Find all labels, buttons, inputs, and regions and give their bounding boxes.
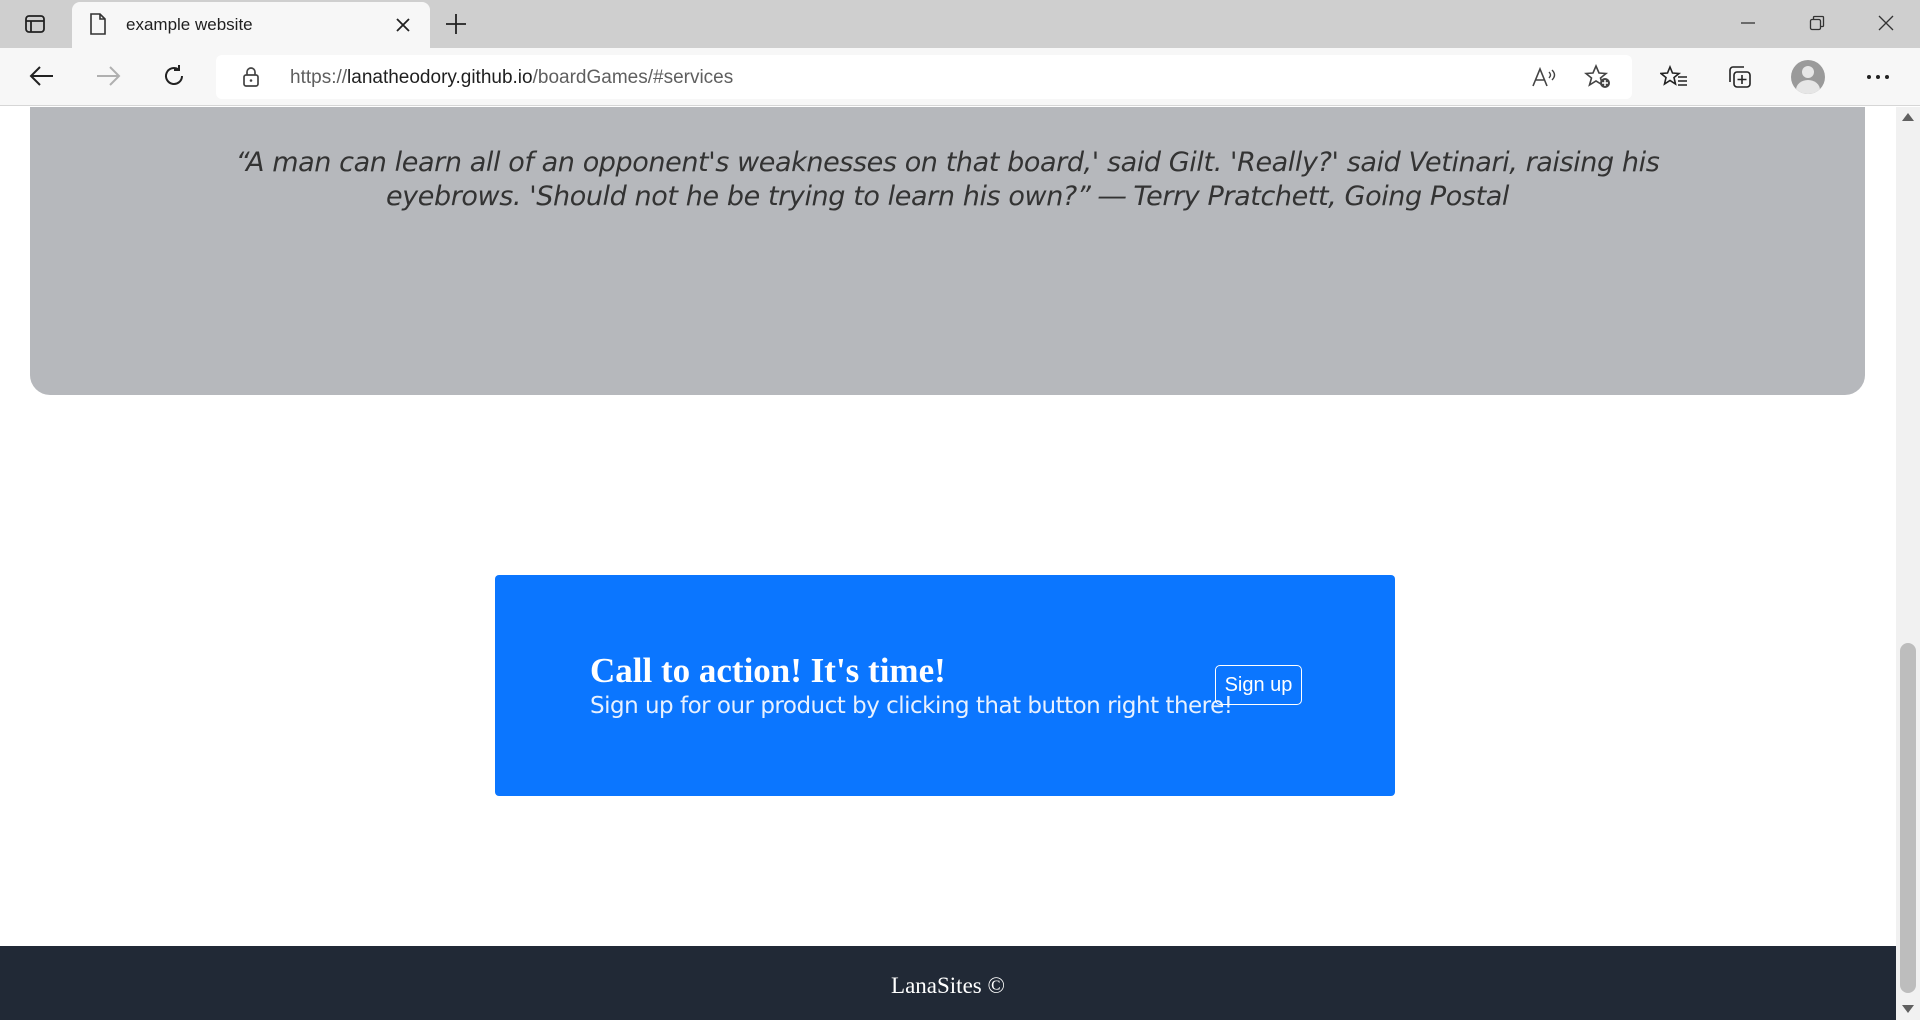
tab-actions-button[interactable] — [16, 9, 54, 39]
favorites-button[interactable] — [1656, 60, 1692, 94]
add-favorite-icon — [1584, 64, 1610, 88]
vertical-scrollbar[interactable] — [1896, 107, 1920, 1020]
avatar-body — [1796, 80, 1820, 94]
minimize-button[interactable] — [1714, 0, 1782, 46]
sign-up-button[interactable]: Sign up — [1215, 665, 1302, 705]
forward-arrow-icon — [97, 66, 121, 86]
restore-icon — [1809, 15, 1825, 31]
tab-actions-icon — [25, 15, 45, 33]
browser-toolbar: https://lanatheodory.github.io/boardGame… — [0, 48, 1920, 106]
url-scheme: https:// — [290, 67, 348, 88]
tab-title: example website — [126, 15, 253, 34]
scroll-up-arrow-icon[interactable] — [1902, 113, 1914, 121]
cta-title: Call to action! It's time! — [590, 651, 946, 690]
cta-subtitle: Sign up for our product by clicking that… — [590, 693, 1233, 719]
tab-bar: example website — [0, 0, 1920, 48]
add-favorite-button[interactable] — [1582, 62, 1614, 92]
url-host: lanatheodory.github.io — [347, 67, 533, 88]
favorites-icon — [1660, 65, 1687, 86]
call-to-action-panel: Call to action! It's time! Sign up for o… — [495, 575, 1395, 796]
lock-icon — [243, 67, 259, 87]
back-arrow-icon — [29, 66, 53, 86]
page-viewport: “A man can learn all of an opponent's we… — [0, 107, 1896, 1020]
restore-button[interactable] — [1783, 0, 1851, 46]
quote-section: “A man can learn all of an opponent's we… — [30, 107, 1865, 395]
address-bar[interactable]: https://lanatheodory.github.io/boardGame… — [216, 55, 1632, 99]
avatar-head — [1802, 66, 1814, 78]
page-icon — [90, 13, 106, 35]
collections-button[interactable] — [1722, 60, 1758, 94]
plus-icon — [446, 14, 466, 34]
back-button[interactable] — [22, 58, 62, 94]
tab-close-button[interactable] — [390, 12, 416, 38]
forward-button[interactable] — [88, 58, 128, 94]
footer-copyright: LanaSites © — [891, 973, 1005, 998]
more-icon — [1867, 75, 1889, 79]
refresh-icon — [165, 65, 183, 85]
collections-icon — [1729, 66, 1751, 88]
tab-example-website[interactable]: example website — [72, 2, 430, 48]
minimize-icon — [1741, 22, 1755, 24]
scroll-thumb[interactable] — [1900, 643, 1916, 993]
close-icon — [396, 18, 410, 32]
refresh-button[interactable] — [154, 58, 194, 94]
url-text[interactable]: https://lanatheodory.github.io/boardGame… — [290, 67, 733, 89]
quote-text: “A man can learn all of an opponent's we… — [235, 147, 1660, 212]
scroll-down-arrow-icon[interactable] — [1902, 1005, 1914, 1013]
page-footer: LanaSites © — [0, 946, 1896, 1020]
read-aloud-button[interactable] — [1528, 62, 1560, 92]
window-close-icon — [1878, 15, 1894, 31]
new-tab-button[interactable] — [440, 9, 472, 39]
window-close-button[interactable] — [1852, 0, 1920, 46]
profile-avatar[interactable] — [1791, 60, 1825, 94]
read-aloud-icon — [1532, 66, 1556, 87]
more-button[interactable] — [1860, 60, 1896, 94]
url-path: /boardGames/#services — [532, 67, 734, 88]
